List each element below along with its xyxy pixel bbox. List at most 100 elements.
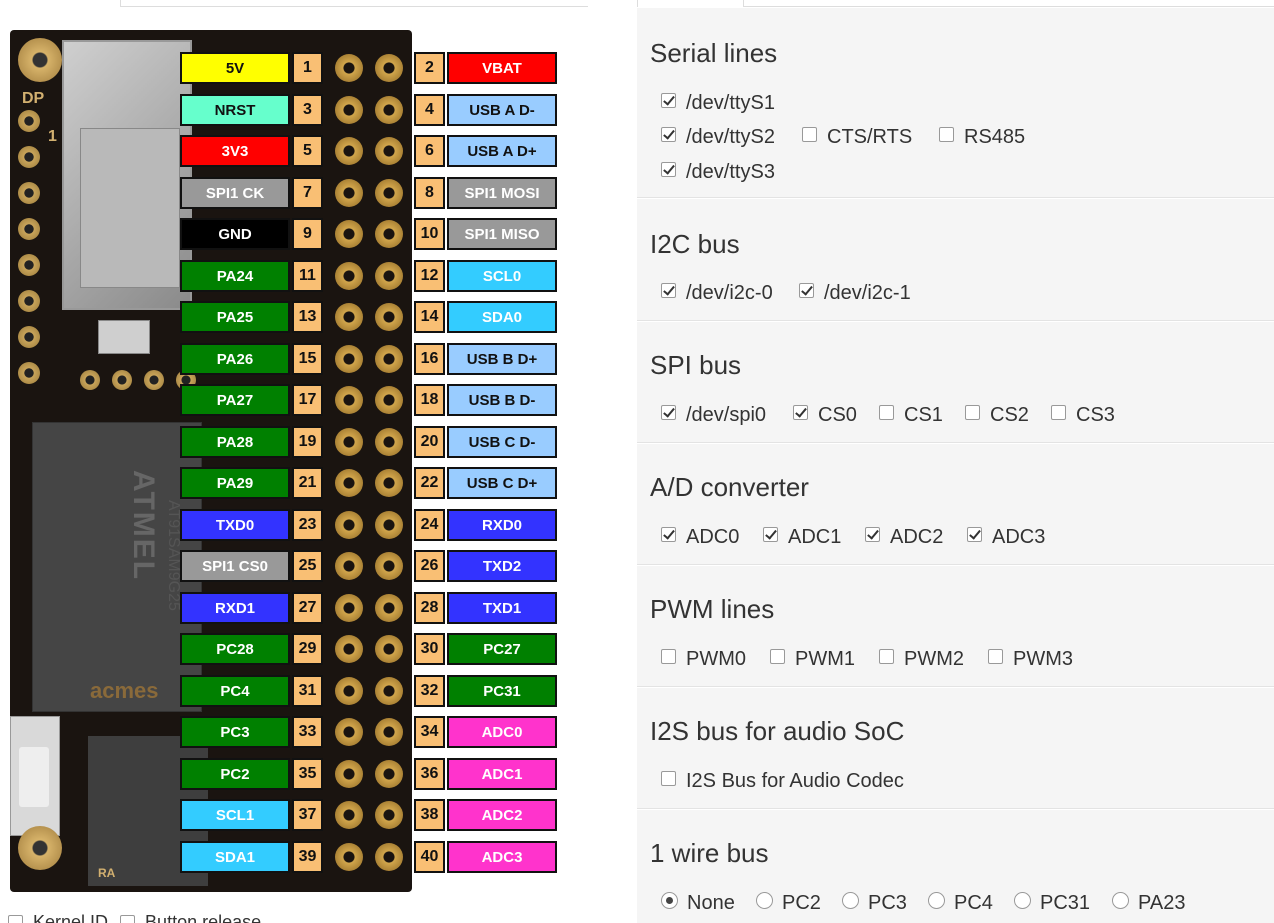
kernel-id-checkbox[interactable] [8,915,23,923]
rs485-checkbox[interactable] [939,127,954,142]
adc1-label: ADC1 [788,526,842,548]
i2s-codec-checkbox[interactable] [661,771,676,786]
adc3-checkbox[interactable] [967,527,982,542]
pwm1-option[interactable]: PWM1 [770,648,855,671]
pin-number-right: 34 [414,716,445,748]
cs3-option[interactable]: CS3 [1051,404,1115,427]
pin-number-right: 8 [414,177,445,209]
pin-number-right: 18 [414,384,445,416]
button-release-option[interactable]: Button release [120,912,261,923]
onewire-none-label: None [687,892,735,914]
header-hole [375,635,403,663]
ttyS3-checkbox[interactable] [661,162,676,177]
pin-label-right: TXD1 [447,592,557,624]
ttyS2-option[interactable]: /dev/ttyS2 [661,126,775,149]
section-adc: A/D converter ADC0 ADC1 ADC2 ADC3 [637,444,1274,565]
spi0-option[interactable]: /dev/spi0 [661,404,766,427]
pin-number-right: 28 [414,592,445,624]
pwm3-label: PWM3 [1013,648,1073,670]
ttyS1-option[interactable]: /dev/ttyS1 [661,92,775,115]
silk-ra: RA [98,866,116,880]
i2c1-option[interactable]: /dev/i2c-1 [799,282,911,305]
onewire-pa23-radio[interactable] [1112,892,1129,909]
pwm2-checkbox[interactable] [879,649,894,664]
adc0-option[interactable]: ADC0 [661,526,739,549]
cs3-checkbox[interactable] [1051,405,1066,420]
active-tab[interactable] [637,0,744,7]
pin-label-right: RXD0 [447,509,557,541]
section-title: PWM lines [650,594,775,624]
ttyS2-label: /dev/ttyS2 [686,126,775,148]
pin-number-right: 12 [414,260,445,292]
i2c0-checkbox[interactable] [661,283,676,298]
onewire-pa23-option[interactable]: PA23 [1112,892,1185,915]
pwm3-option[interactable]: PWM3 [988,648,1073,671]
i2c0-option[interactable]: /dev/i2c-0 [661,282,773,305]
onewire-pc2-option[interactable]: PC2 [756,892,821,915]
cs0-option[interactable]: CS0 [793,404,857,427]
header-hole [335,677,363,705]
cs1-checkbox[interactable] [879,405,894,420]
i2s-codec-option[interactable]: I2S Bus for Audio Codec [661,770,904,793]
adc1-checkbox[interactable] [763,527,778,542]
pin-number-left: 35 [292,758,323,790]
onewire-pc4-radio[interactable] [928,892,945,909]
pin-label-right: SCL0 [447,260,557,292]
header-hole [375,220,403,248]
button-release-checkbox[interactable] [120,915,136,923]
adc0-checkbox[interactable] [661,527,676,542]
onewire-pc4-option[interactable]: PC4 [928,892,993,915]
pin-label-right: USB B D+ [447,343,557,375]
pwm0-option[interactable]: PWM0 [661,648,746,671]
cs1-option[interactable]: CS1 [879,404,943,427]
adc2-label: ADC2 [890,526,944,548]
header-hole [335,552,363,580]
adc2-option[interactable]: ADC2 [865,526,943,549]
pin-number-left: 33 [292,716,323,748]
pin-number-left: 29 [292,633,323,665]
microsd-socket [62,40,192,310]
kernel-id-label: Kernel ID [33,912,109,923]
rs485-option[interactable]: RS485 [939,126,1025,149]
onewire-none-option[interactable]: None [661,892,735,915]
ttyS3-option[interactable]: /dev/ttyS3 [661,161,775,184]
i2s-codec-label: I2S Bus for Audio Codec [686,770,904,792]
i2c1-label: /dev/i2c-1 [824,282,911,304]
pin-number-left: 11 [292,260,323,292]
cs0-checkbox[interactable] [793,405,808,420]
onewire-pc31-option[interactable]: PC31 [1014,892,1090,915]
pwm1-checkbox[interactable] [770,649,785,664]
pwm3-checkbox[interactable] [988,649,1003,664]
header-hole [375,96,403,124]
ttyS1-checkbox[interactable] [661,93,676,108]
pin-label-left: PA25 [180,301,290,333]
header-hole [335,469,363,497]
onewire-pc2-radio[interactable] [756,892,773,909]
ttyS2-checkbox[interactable] [661,127,676,142]
adc1-option[interactable]: ADC1 [763,526,841,549]
pwm2-option[interactable]: PWM2 [879,648,964,671]
pwm0-checkbox[interactable] [661,649,676,664]
cs2-option[interactable]: CS2 [965,404,1029,427]
header-hole [335,96,363,124]
i2c1-checkbox[interactable] [799,283,814,298]
section-title: I2S bus for audio SoC [650,716,905,746]
header-hole [375,345,403,373]
spi0-checkbox[interactable] [661,405,676,420]
header-hole [375,303,403,331]
onewire-none-radio[interactable] [661,892,678,909]
header-hole [335,843,363,871]
edge-pad [18,182,40,204]
onewire-pc3-radio[interactable] [842,892,859,909]
adc2-checkbox[interactable] [865,527,880,542]
onewire-pc3-option[interactable]: PC3 [842,892,907,915]
kernel-id-option[interactable]: Kernel ID [8,912,108,923]
cs2-checkbox[interactable] [965,405,980,420]
adc3-option[interactable]: ADC3 [967,526,1045,549]
cts-rts-checkbox[interactable] [802,127,817,142]
pin-number-left: 5 [292,135,323,167]
cts-rts-option[interactable]: CTS/RTS [802,126,912,149]
section-onewire: 1 wire bus None PC2 PC3 PC4 PC31 PA23 [637,810,1274,923]
onewire-pc31-radio[interactable] [1014,892,1031,909]
header-hole [335,137,363,165]
